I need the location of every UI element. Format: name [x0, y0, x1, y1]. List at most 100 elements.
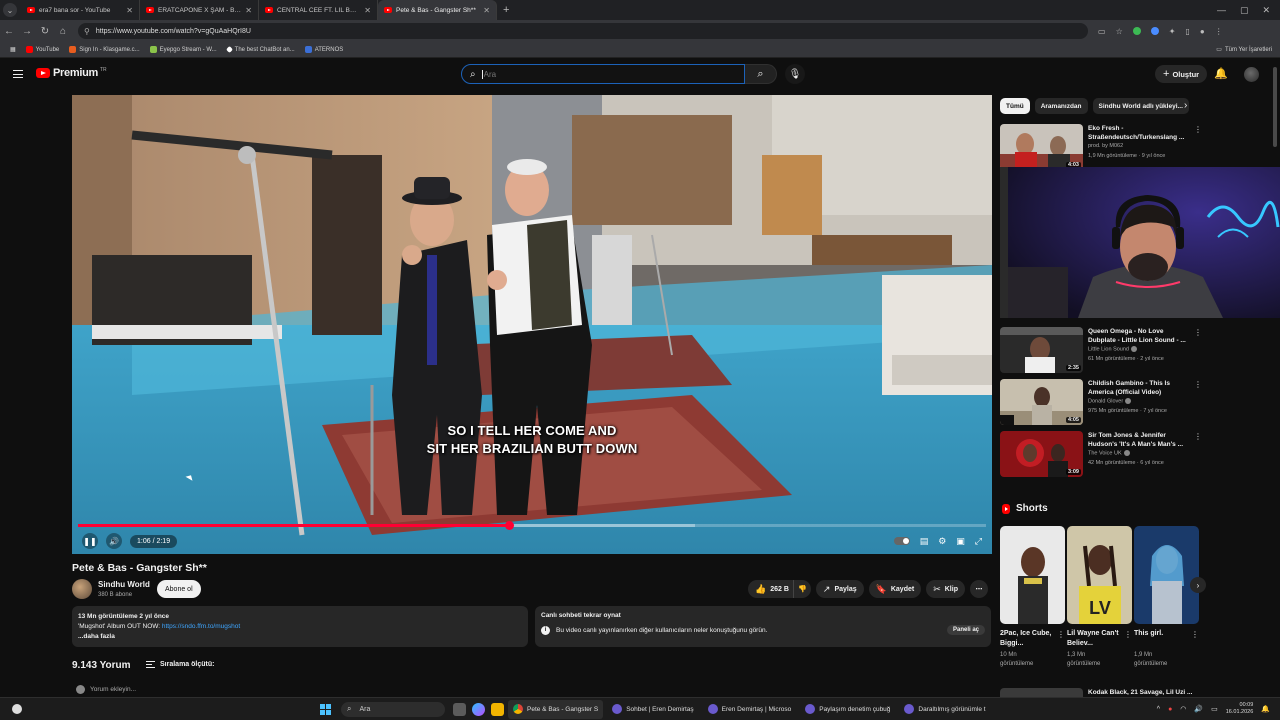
tab-search-icon[interactable]: ⌄	[3, 3, 17, 17]
recommendation-title[interactable]: Kodak Black, 21 Savage, Lil Uzi ...	[1088, 689, 1192, 696]
maximize-icon[interactable]: ▢	[1240, 5, 1249, 16]
short-item[interactable]: LV Lil Wayne Can't Believ... 1,3 Mn görü…	[1067, 526, 1132, 669]
chips-next-chevron-icon[interactable]: ›	[1184, 100, 1187, 111]
progress-bar[interactable]	[78, 521, 986, 530]
more-vertical-icon[interactable]: ⋮	[1194, 125, 1202, 134]
dislike-button[interactable]: 👎	[792, 580, 811, 598]
profile-icon[interactable]: ●	[1200, 27, 1205, 36]
scrubber-handle[interactable]	[504, 521, 514, 530]
task-view-icon[interactable]	[453, 702, 466, 716]
new-tab-icon[interactable]: +	[503, 4, 509, 16]
create-button[interactable]: + Oluştur	[1155, 65, 1208, 83]
clip-button[interactable]: ✂ Klip	[926, 580, 965, 598]
notifications-icon[interactable]: 🔔	[1261, 705, 1270, 713]
browser-tab-active[interactable]: Pete & Bas - Gangster Sh** ✕	[378, 0, 497, 20]
tab-close-icon[interactable]: ✕	[245, 6, 252, 15]
channel-name[interactable]: Sindhu World	[98, 580, 150, 589]
notifications-bell-icon[interactable]: 🔔	[1214, 67, 1228, 80]
short-thumbnail[interactable]	[1134, 526, 1199, 624]
description-link[interactable]: https://sndo.ffm.to/mugshot	[162, 623, 240, 630]
sort-comments-button[interactable]: Sıralama ölçütü:	[146, 661, 214, 668]
back-icon[interactable]: ←	[0, 26, 18, 37]
browser-tab[interactable]: era7 bana sor - YouTube ✕	[21, 0, 140, 20]
account-avatar[interactable]	[1244, 67, 1259, 82]
bookmark-item[interactable]: Sign In - Klasgame.c...	[69, 46, 140, 53]
tab-close-icon[interactable]: ✕	[483, 6, 490, 15]
reload-icon[interactable]: ↻	[36, 26, 54, 37]
volume-button[interactable]: 🔊	[106, 533, 122, 549]
battery-icon[interactable]: ▭	[1211, 705, 1218, 713]
widgets-icon[interactable]	[12, 704, 22, 714]
browser-tab[interactable]: CENTRAL CEE FT. LIL BABY - BA... ✕	[259, 0, 378, 20]
home-icon[interactable]: ⌂	[54, 26, 72, 37]
voice-search-button[interactable]: 🎙	[785, 64, 805, 84]
speaker-icon[interactable]: 🔊	[1194, 705, 1203, 713]
recommendation-item[interactable]: 3:09 Sir Tom Jones & Jennifer Hudson's '…	[1000, 431, 1202, 477]
page-scrollbar[interactable]	[1272, 62, 1278, 694]
cast-icon[interactable]: ▭	[1098, 27, 1106, 36]
bookmark-item[interactable]: Eyepgo Stream - W...	[149, 46, 217, 53]
save-button[interactable]: 🔖 Kaydet	[868, 580, 922, 598]
tray-chevron-icon[interactable]: ^	[1157, 706, 1160, 713]
short-title[interactable]: Lil Wayne Can't Believ...	[1067, 629, 1119, 649]
scrollbar-thumb[interactable]	[1273, 67, 1277, 147]
clock[interactable]: 00:09 16.01.2026	[1226, 702, 1254, 716]
extension-icon[interactable]	[1150, 27, 1159, 35]
shorts-next-button[interactable]: ›	[1190, 577, 1206, 593]
recommendation-channel[interactable]: Donald Glover	[1088, 398, 1132, 404]
copilot-icon[interactable]	[472, 702, 485, 716]
extension-icon[interactable]	[1132, 27, 1141, 35]
close-window-icon[interactable]: ✕	[1262, 5, 1270, 16]
tab-close-icon[interactable]: ✕	[126, 6, 133, 15]
more-vertical-icon[interactable]: ⋮	[1057, 630, 1065, 639]
microphone-icon[interactable]: ●	[1168, 706, 1172, 713]
more-vertical-icon[interactable]: ⋮	[1194, 328, 1202, 337]
autoplay-toggle[interactable]	[893, 537, 910, 545]
minimize-icon[interactable]: —	[1217, 5, 1226, 16]
youtube-premium-logo[interactable]: Premium TR	[36, 67, 107, 79]
pause-button[interactable]: ❚❚	[82, 533, 98, 549]
recommendation-item[interactable]: 4:05 Childish Gambino - This Is America …	[1000, 379, 1202, 425]
recommendation-title[interactable]: Eko Fresh - Straßendeutsch/Turkenslang .…	[1088, 124, 1190, 142]
video-frame[interactable]	[72, 95, 992, 554]
fullscreen-icon[interactable]: ⤢	[975, 536, 982, 547]
chip-all[interactable]: Tümü	[1000, 98, 1030, 114]
menu-hamburger-icon[interactable]	[13, 70, 23, 78]
recommendation-channel[interactable]: prod. by M062	[1088, 143, 1123, 149]
more-vertical-icon[interactable]: ⋮	[1194, 380, 1202, 389]
start-button-icon[interactable]	[320, 703, 331, 715]
taskbar-app[interactable]: Eren Demirtaş | Microso	[703, 700, 797, 719]
video-thumbnail[interactable]: 4:05	[1000, 379, 1083, 425]
forward-icon[interactable]: →	[18, 26, 36, 37]
description-box[interactable]: 13 Mn görüntüleme 2 yıl önce 'Mugshot' A…	[72, 606, 528, 647]
show-more[interactable]: ...daha fazla	[78, 632, 522, 642]
video-thumbnail[interactable]: 2:35	[1000, 327, 1083, 373]
share-button[interactable]: ↗ Paylaş	[815, 580, 864, 598]
bookmark-item[interactable]: The best ChatBot an...	[225, 45, 295, 54]
browser-tab[interactable]: ERATCAPONE X ŞAM - BANA S... ✕	[140, 0, 259, 20]
short-title[interactable]: This girl.	[1134, 629, 1186, 649]
taskbar-search[interactable]: ⌕ Ara	[341, 701, 445, 717]
like-button[interactable]: 👍 262 B	[748, 580, 793, 598]
extensions-puzzle-icon[interactable]: ✦	[1169, 27, 1176, 36]
file-explorer-icon[interactable]	[491, 702, 504, 716]
bookmark-item[interactable]: ATERNOS	[304, 46, 343, 53]
tab-close-icon[interactable]: ✕	[364, 6, 371, 15]
bookmark-star-icon[interactable]: ☆	[1116, 27, 1123, 36]
miniplayer-icon[interactable]: ▣	[956, 536, 965, 547]
recommendation-title[interactable]: Queen Omega - No Love Dubplate - Little …	[1088, 327, 1190, 345]
taskbar-app[interactable]: Paylaşım denetim çubuğ	[800, 700, 895, 719]
browser-menu-icon[interactable]: ⋮	[1215, 27, 1223, 36]
recommendation-channel[interactable]: Little Lion Sound	[1088, 346, 1137, 352]
settings-gear-icon[interactable]: ⚙	[938, 536, 946, 547]
wifi-icon[interactable]: ◠	[1180, 705, 1186, 713]
search-input[interactable]	[481, 69, 722, 79]
taskbar-app[interactable]: Pete & Bas - Gangster S	[508, 699, 604, 719]
recommendation-title[interactable]: Childish Gambino - This Is America (Offi…	[1088, 379, 1190, 397]
more-vertical-icon[interactable]: ⋮	[1194, 432, 1202, 441]
all-bookmarks[interactable]: ▭ Tüm Yer İşaretleri	[1216, 46, 1272, 54]
video-player[interactable]: SO I TELL HER COME AND SIT HER BRAZILIAN…	[72, 95, 992, 554]
short-title[interactable]: 2Pac, Ice Cube, Biggi...	[1000, 629, 1052, 649]
taskbar-app[interactable]: Sohbet | Eren Demirtaş	[607, 700, 698, 719]
more-vertical-icon[interactable]: ⋮	[1191, 630, 1199, 639]
